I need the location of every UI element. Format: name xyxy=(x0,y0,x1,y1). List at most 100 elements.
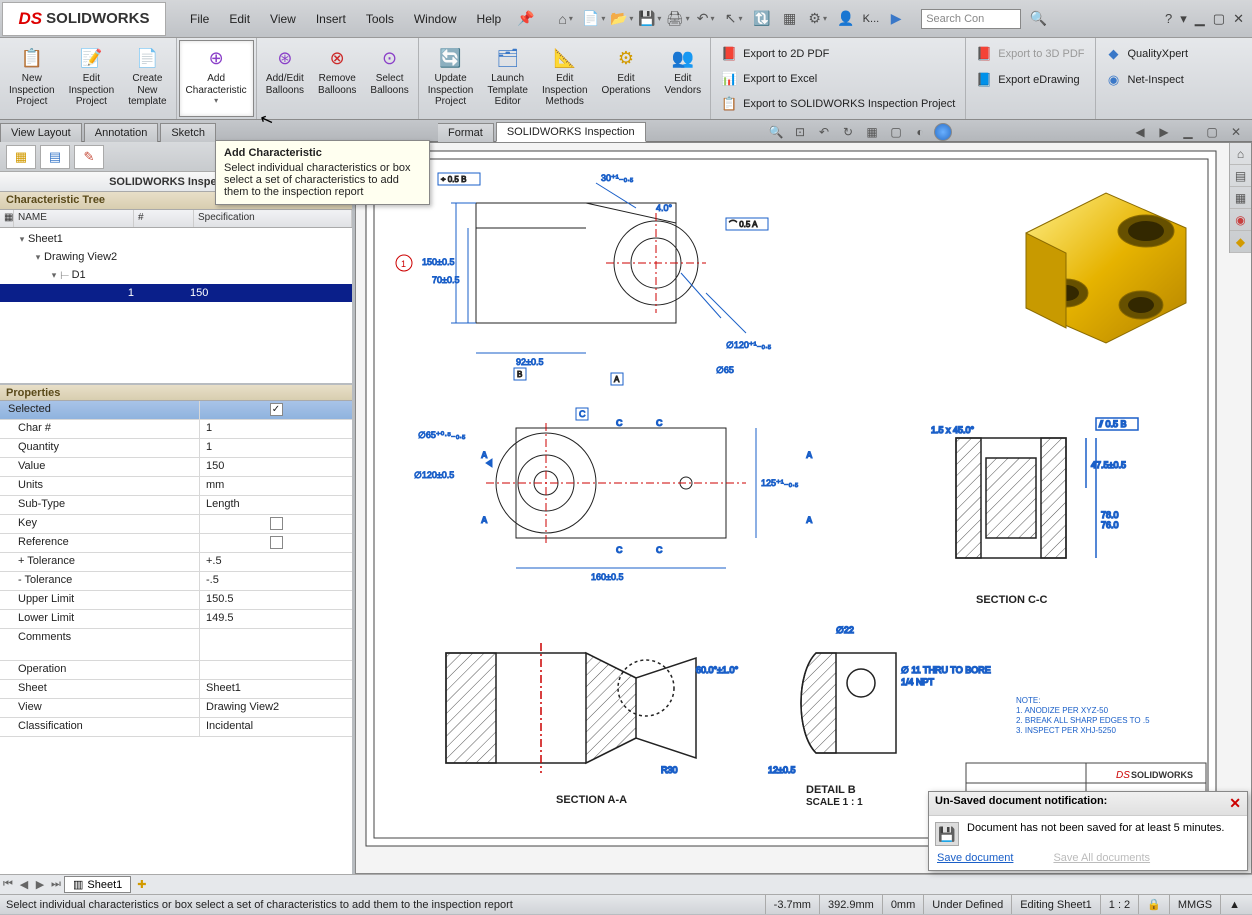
menu-tools[interactable]: Tools xyxy=(356,12,404,26)
prop-row[interactable]: + Tolerance+.5 xyxy=(0,553,352,572)
sheet-next-icon[interactable]: ▶ xyxy=(32,878,48,891)
net-inspect-button[interactable]: ◉Net-Inspect xyxy=(1102,68,1193,92)
prop-row[interactable]: Char #1 xyxy=(0,420,352,439)
help-dropdown-icon[interactable]: ▾ xyxy=(1180,11,1187,27)
create-new-template-button[interactable]: 📄CreateNewtemplate xyxy=(121,40,173,117)
remove-balloons-button[interactable]: ⊗RemoveBalloons xyxy=(311,40,363,117)
doc-next-icon[interactable]: ▶ xyxy=(1154,123,1174,141)
rotate-icon[interactable]: ↻ xyxy=(838,123,858,141)
select-balloons-button[interactable]: ⊙SelectBalloons xyxy=(363,40,415,117)
box-icon[interactable]: ▢ xyxy=(886,123,906,141)
zoom-prev-icon[interactable]: ↶ xyxy=(814,123,834,141)
tab-view-layout[interactable]: View Layout xyxy=(0,123,82,142)
panel-tab-tree[interactable]: ▦ xyxy=(6,145,36,169)
undo-icon[interactable]: ↶ xyxy=(695,8,717,30)
tree-body[interactable]: ▾Sheet1 ▾Drawing View2 ▾⊢D1 1150 xyxy=(0,228,352,383)
tab-annotation[interactable]: Annotation xyxy=(84,123,159,142)
tab-sw-inspection[interactable]: SOLIDWORKS Inspection xyxy=(496,122,646,142)
menu-help[interactable]: Help xyxy=(467,12,512,26)
prop-row[interactable]: Quantity1 xyxy=(0,439,352,458)
tree-row-selected[interactable]: 1150 xyxy=(0,284,352,302)
qualityxpert-button[interactable]: ◆QualityXpert xyxy=(1102,42,1193,66)
export-sw-inspection-button[interactable]: 📋Export to SOLIDWORKS Inspection Project xyxy=(717,92,959,115)
new-icon[interactable]: 📄 xyxy=(583,8,605,30)
search-icon[interactable]: 🔍 xyxy=(1027,8,1049,30)
tab-sketch[interactable]: Sketch xyxy=(160,123,216,142)
options-icon[interactable]: ▦ xyxy=(779,8,801,30)
open-icon[interactable]: 📂 xyxy=(611,8,633,30)
menu-file[interactable]: File xyxy=(180,12,219,26)
panel-tab-props[interactable]: ▤ xyxy=(40,145,70,169)
sheet-tab[interactable]: ▥Sheet1 xyxy=(64,876,131,893)
side-home-icon[interactable]: ⌂ xyxy=(1230,143,1251,165)
prop-row[interactable]: Value150 xyxy=(0,458,352,477)
side-decal-icon[interactable]: ◆ xyxy=(1230,231,1251,253)
prop-row[interactable]: ViewDrawing View2 xyxy=(0,699,352,718)
doc-prev-icon[interactable]: ◀ xyxy=(1130,123,1150,141)
prop-row[interactable]: Key xyxy=(0,515,352,534)
export-2d-pdf-button[interactable]: 📕Export to 2D PDF xyxy=(717,42,959,65)
zoom-fit-icon[interactable]: 🔍 xyxy=(766,123,786,141)
export-excel-button[interactable]: 📊Export to Excel xyxy=(717,67,959,90)
edit-inspection-methods-button[interactable]: 📐EditInspectionMethods xyxy=(535,40,595,117)
prop-row[interactable]: SheetSheet1 xyxy=(0,680,352,699)
prop-row[interactable]: ClassificationIncidental xyxy=(0,718,352,737)
status-scale[interactable]: 1 : 2 xyxy=(1100,895,1138,914)
notify-close-icon[interactable]: ✕ xyxy=(1229,795,1241,812)
save-document-link[interactable]: Save document xyxy=(937,852,1013,864)
add-sheet-icon[interactable]: ✚ xyxy=(137,878,146,891)
status-units[interactable]: MMGS xyxy=(1169,895,1220,914)
prop-row[interactable]: Sub-TypeLength xyxy=(0,496,352,515)
menu-edit[interactable]: Edit xyxy=(219,12,260,26)
close-icon[interactable]: ✕ xyxy=(1233,11,1244,27)
display-icon[interactable]: ◐ xyxy=(910,123,930,141)
prop-row[interactable]: Reference xyxy=(0,534,352,553)
edit-inspection-project-button[interactable]: 📝EditInspectionProject xyxy=(62,40,122,117)
doc-max-icon[interactable]: ▢ xyxy=(1202,123,1222,141)
launch-template-editor-button[interactable]: 🗂LaunchTemplateEditor xyxy=(480,40,535,117)
pin-icon[interactable]: 📌 xyxy=(517,10,534,27)
drawing-area[interactable]: 150±0.5 70±0.5 92±0.5 ∅120⁺¹₋₀.₅ ∅65 30⁺… xyxy=(355,142,1252,874)
user-icon[interactable]: 👤 xyxy=(835,8,857,30)
prop-row[interactable]: Selected✓ xyxy=(0,401,352,420)
select-icon[interactable]: ↖ xyxy=(723,8,745,30)
status-up-icon[interactable]: ▲ xyxy=(1220,895,1248,914)
print-icon[interactable]: 🖨 xyxy=(667,8,689,30)
sheet-first-icon[interactable]: ⏮ xyxy=(0,878,16,891)
edit-operations-button[interactable]: ⚙EditOperations xyxy=(595,40,658,117)
edit-vendors-button[interactable]: 👥EditVendors xyxy=(657,40,708,117)
play-icon[interactable]: ▶ xyxy=(885,8,907,30)
side-display-icon[interactable]: ▦ xyxy=(1230,187,1251,209)
tab-format[interactable]: Format xyxy=(438,123,494,142)
globe-icon[interactable] xyxy=(934,123,952,141)
prop-row[interactable]: Comments xyxy=(0,629,352,661)
prop-row[interactable]: - Tolerance-.5 xyxy=(0,572,352,591)
menu-window[interactable]: Window xyxy=(404,12,467,26)
export-edrawing-button[interactable]: 📘Export eDrawing xyxy=(972,68,1088,92)
settings-icon[interactable]: ⚙ xyxy=(807,8,829,30)
minimize-icon[interactable]: ▁ xyxy=(1195,11,1205,27)
side-layers-icon[interactable]: ▤ xyxy=(1230,165,1251,187)
help-q-icon[interactable]: ? xyxy=(1165,11,1172,27)
add-characteristic-button[interactable]: ⊕AddCharacteristic▾ xyxy=(179,40,254,117)
panel-tab-ext[interactable]: ✎ xyxy=(74,145,104,169)
home-icon[interactable]: ⌂ xyxy=(555,8,577,30)
search-input[interactable]: Search Con xyxy=(921,9,1021,29)
add-edit-balloons-button[interactable]: ⊛Add/EditBalloons xyxy=(259,40,311,117)
side-appear-icon[interactable]: ◉ xyxy=(1230,209,1251,231)
sheet-last-icon[interactable]: ⏭ xyxy=(48,878,64,891)
checkbox-icon[interactable] xyxy=(270,517,283,530)
doc-close-icon[interactable]: ✕ xyxy=(1226,123,1246,141)
update-inspection-project-button[interactable]: 🔄UpdateInspectionProject xyxy=(421,40,481,117)
menu-insert[interactable]: Insert xyxy=(306,12,356,26)
doc-min-icon[interactable]: ▁ xyxy=(1178,123,1198,141)
checkbox-icon[interactable] xyxy=(270,536,283,549)
checkbox-icon[interactable]: ✓ xyxy=(270,403,283,416)
menu-view[interactable]: View xyxy=(260,12,306,26)
restore-icon[interactable]: ▢ xyxy=(1213,11,1225,27)
sheet-prev-icon[interactable]: ◀ xyxy=(16,878,32,891)
prop-row[interactable]: Lower Limit149.5 xyxy=(0,610,352,629)
zoom-area-icon[interactable]: ⊡ xyxy=(790,123,810,141)
rebuild-icon[interactable]: 🔃 xyxy=(751,8,773,30)
prop-row[interactable]: Unitsmm xyxy=(0,477,352,496)
